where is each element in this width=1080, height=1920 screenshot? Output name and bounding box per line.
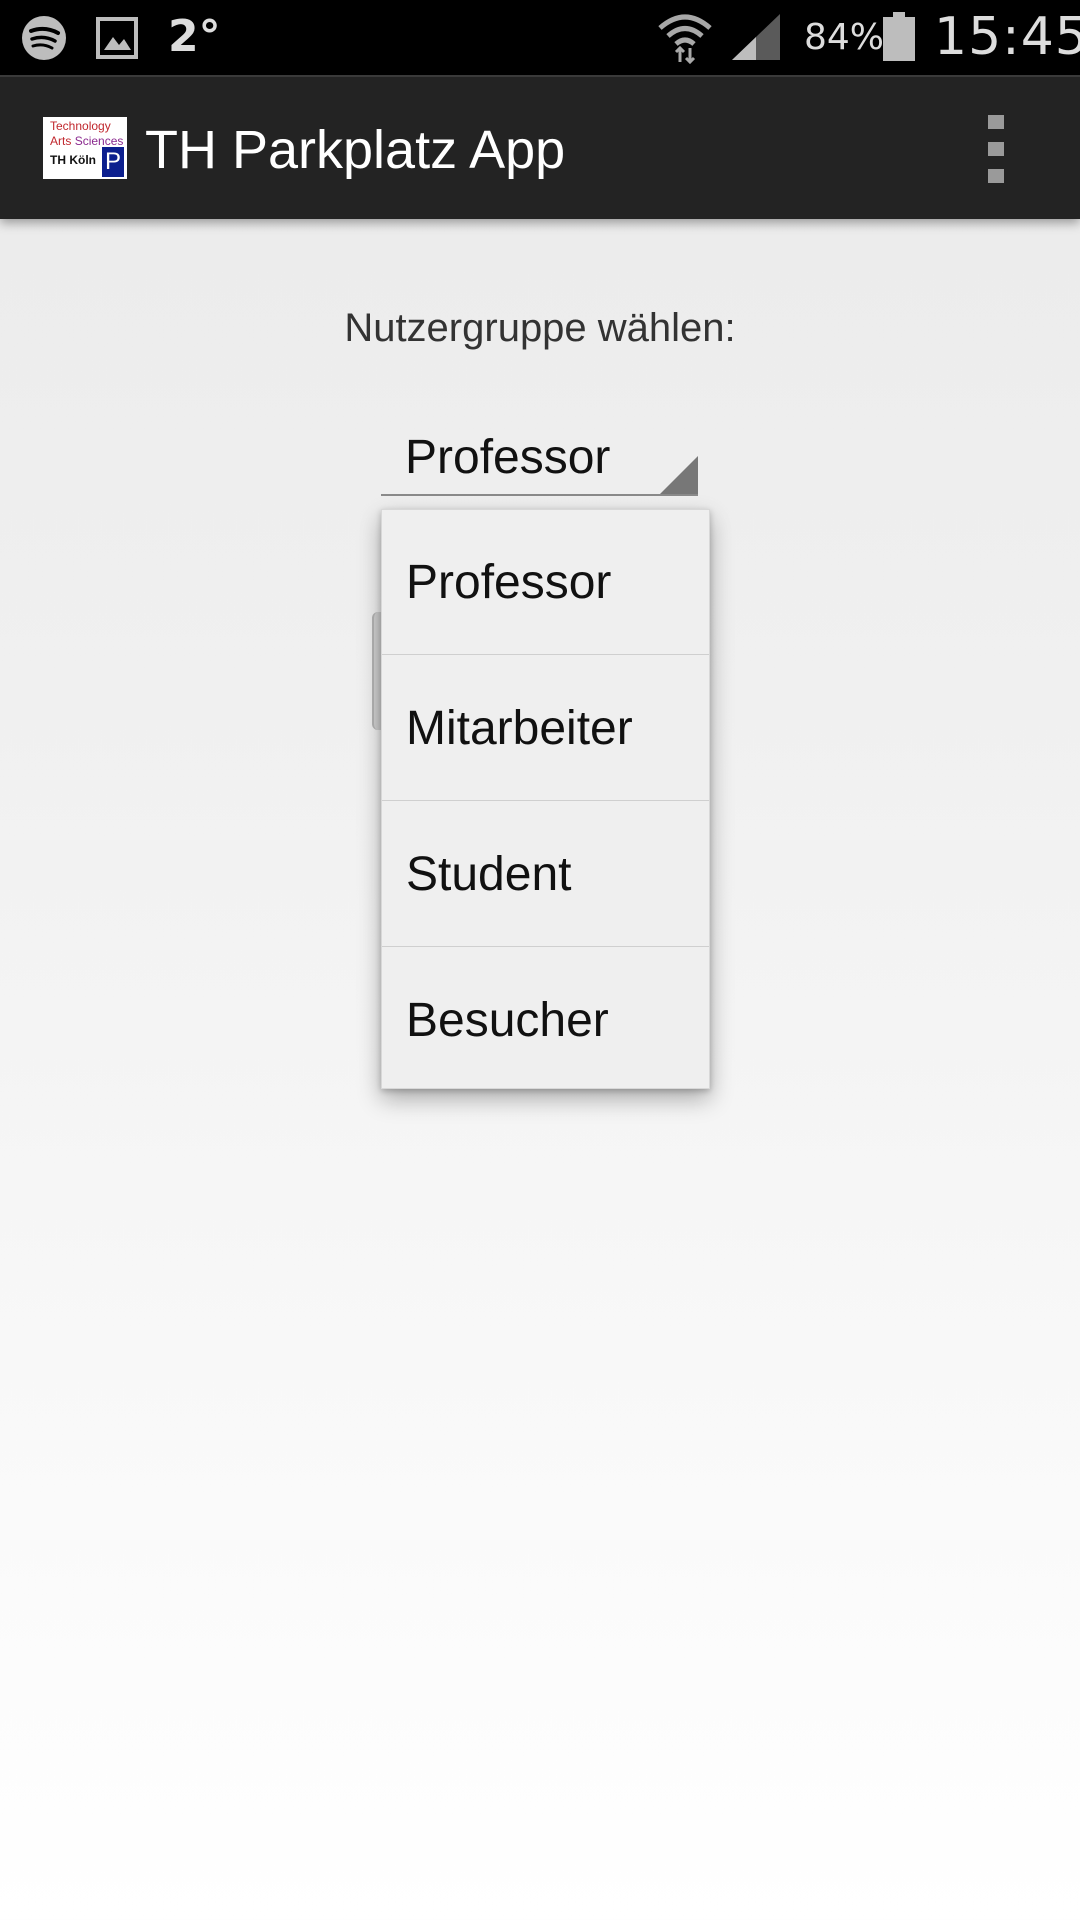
spinner-selected-value: Professor bbox=[405, 431, 611, 484]
dropdown-option-mitarbeiter[interactable]: Mitarbeiter bbox=[382, 656, 709, 801]
dropdown-option-professor[interactable]: Professor bbox=[382, 510, 709, 655]
user-group-label: Nutzergruppe wählen: bbox=[344, 306, 736, 350]
status-bar: 2° 84% 15:45 bbox=[0, 0, 1080, 75]
dropdown-option-besucher[interactable]: Besucher bbox=[382, 948, 709, 1093]
clock: 15:45 bbox=[934, 7, 1080, 67]
more-vert-icon[interactable] bbox=[978, 115, 1016, 183]
signal-icon bbox=[732, 14, 780, 60]
wifi-icon bbox=[658, 14, 712, 64]
app-logo: Technology Arts Sciences TH Köln P bbox=[43, 117, 127, 179]
battery-icon bbox=[883, 12, 915, 61]
parking-icon: P bbox=[102, 147, 124, 177]
spinner-dropdown: Professor Mitarbeiter Student Besucher bbox=[381, 509, 710, 1089]
gallery-icon bbox=[96, 17, 138, 59]
spinner-arrow-icon bbox=[660, 456, 698, 494]
action-bar: Technology Arts Sciences TH Köln P TH Pa… bbox=[0, 75, 1080, 219]
temperature-text: 2° bbox=[168, 11, 221, 62]
app-title: TH Parkplatz App bbox=[145, 120, 566, 180]
user-group-spinner[interactable]: Professor bbox=[381, 420, 698, 496]
battery-percent: 84% bbox=[804, 17, 885, 58]
dropdown-option-student[interactable]: Student bbox=[382, 802, 709, 947]
spotify-icon bbox=[22, 16, 66, 60]
